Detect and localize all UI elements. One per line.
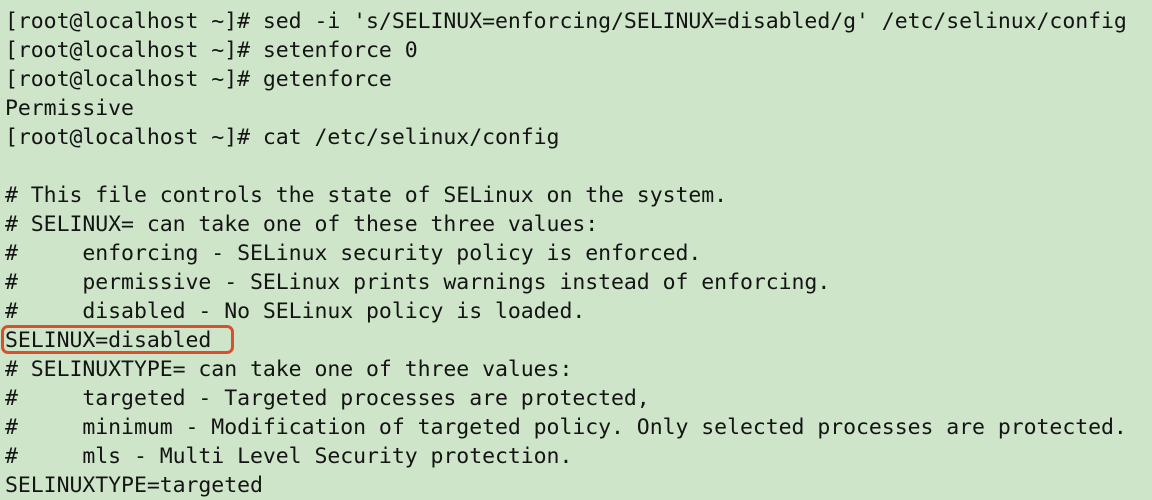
terminal-line-comment-minimum: # minimum - Modification of targeted pol… bbox=[5, 415, 1127, 440]
terminal-window[interactable]: [root@localhost ~]# sed -i 's/SELINUX=en… bbox=[0, 0, 1152, 500]
terminal-line-comment-mls: # mls - Multi Level Security protection. bbox=[5, 444, 573, 469]
terminal-line-cmd-setenforce: [root@localhost ~]# setenforce 0 bbox=[5, 38, 418, 63]
terminal-line-comment-disabled: # disabled - No SELinux policy is loaded… bbox=[5, 299, 586, 324]
terminal-line-comment-selinux: # SELINUX= can take one of these three v… bbox=[5, 212, 599, 237]
terminal-line-cmd-cat: [root@localhost ~]# cat /etc/selinux/con… bbox=[5, 125, 560, 150]
terminal-line-comment-permissive: # permissive - SELinux prints warnings i… bbox=[5, 270, 831, 295]
terminal-line-cmd-getenforce: [root@localhost ~]# getenforce bbox=[5, 67, 392, 92]
terminal-line-setting-type: SELINUXTYPE=targeted bbox=[5, 473, 263, 498]
terminal-screen[interactable]: [root@localhost ~]# sed -i 's/SELINUX=en… bbox=[0, 0, 1152, 500]
selinux-setting-row: SELINUX=disabled bbox=[1, 325, 1152, 355]
terminal-line-comment-type: # SELINUXTYPE= can take one of three val… bbox=[5, 357, 573, 382]
terminal-line-comment-targeted: # targeted - Targeted processes are prot… bbox=[5, 386, 650, 411]
terminal-line-setting-selinux: SELINUX=disabled bbox=[5, 328, 212, 353]
terminal-line-comment-enforcing: # enforcing - SELinux security policy is… bbox=[5, 241, 702, 266]
terminal-line-comment-intro: # This file controls the state of SELinu… bbox=[5, 183, 728, 208]
terminal-line-out-permissive: Permissive bbox=[5, 96, 134, 121]
terminal-line-cmd-sed: [root@localhost ~]# sed -i 's/SELINUX=en… bbox=[5, 9, 1127, 34]
